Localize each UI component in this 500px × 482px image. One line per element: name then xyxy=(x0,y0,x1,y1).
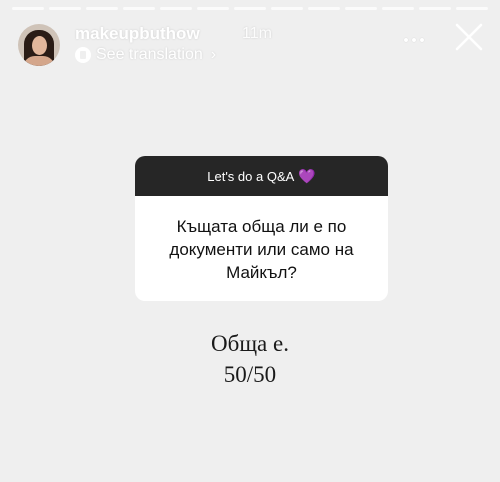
progress-segment xyxy=(271,7,303,10)
heart-icon: 💜 xyxy=(298,167,316,184)
question-sticker-header: Let's do a Q&A 💜 xyxy=(135,156,388,196)
progress-segment xyxy=(197,7,229,10)
close-icon xyxy=(455,23,483,51)
close-button[interactable] xyxy=(452,20,486,54)
more-icon xyxy=(404,38,408,42)
answer-text: Обща е. 50/50 xyxy=(0,328,500,390)
progress-segment xyxy=(234,7,266,10)
progress-segment xyxy=(86,7,118,10)
more-icon-dot xyxy=(420,38,424,42)
answer-line-1: Обща е. xyxy=(211,331,289,356)
see-translation-button[interactable]: See translation › xyxy=(75,46,216,64)
avatar-shoulders xyxy=(23,56,55,66)
progress-segment xyxy=(123,7,155,10)
progress-segment xyxy=(308,7,340,10)
question-sticker[interactable]: Let's do a Q&A 💜 Къщата обща ли е по док… xyxy=(135,156,388,301)
see-translation-label: See translation xyxy=(96,46,203,63)
progress-segment xyxy=(160,7,192,10)
story-timestamp: 11m xyxy=(242,25,272,42)
more-options-button[interactable] xyxy=(400,30,428,50)
progress-segment xyxy=(456,7,488,10)
chevron-right-icon: › xyxy=(210,46,217,63)
avatar[interactable] xyxy=(18,24,60,66)
answer-line-2: 50/50 xyxy=(223,362,277,387)
translate-icon xyxy=(75,47,91,63)
more-icon-dot xyxy=(412,38,416,42)
progress-segment xyxy=(382,7,414,10)
progress-segment xyxy=(12,7,44,10)
progress-segment xyxy=(49,7,81,10)
question-sticker-title: Let's do a Q&A xyxy=(207,168,295,184)
question-text: Къщата обща ли е по документи или само н… xyxy=(169,217,354,282)
progress-segment xyxy=(419,7,451,10)
username-link[interactable]: makeupbuthow xyxy=(75,24,200,44)
avatar-face xyxy=(32,36,47,55)
progress-segment xyxy=(345,7,377,10)
story-progress-bar xyxy=(12,7,488,10)
story-header: makeupbuthow 11m See translation › xyxy=(18,20,486,70)
